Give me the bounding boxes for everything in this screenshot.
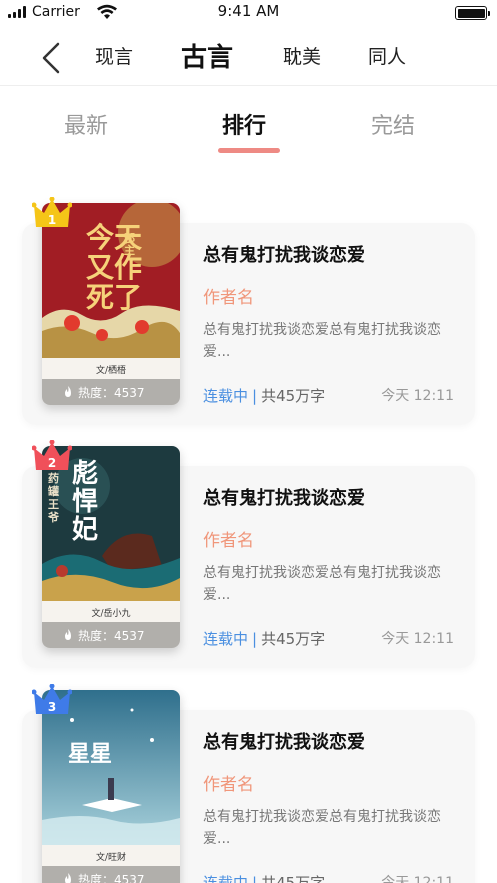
book-list-item[interactable]: 星星 文/旺财 热度：4537 3 总有鬼打扰我谈恋爱 作者名 总有鬼打扰我谈恋…	[0, 684, 497, 883]
book-status: 连载中	[203, 387, 249, 405]
word-count: 共45万字	[261, 630, 326, 648]
book-status: 连载中	[203, 874, 249, 883]
book-title[interactable]: 总有鬼打扰我谈恋爱	[203, 728, 365, 754]
tab-latest[interactable]: 最新	[64, 108, 108, 140]
category-tab-guyan[interactable]: 古言	[181, 37, 233, 74]
heat-badge: 热度：4537	[42, 622, 180, 648]
book-description: 总有鬼打扰我谈恋爱总有鬼打扰我谈恋爱...	[203, 809, 441, 847]
cover-author: 文/栖梧	[95, 366, 127, 376]
category-tab-danmei[interactable]: 耽美	[283, 42, 321, 69]
book-meta: 连载中 | 共45万字	[203, 387, 326, 405]
heat-label: 热度：4537	[78, 385, 145, 400]
category-tab-xianyan[interactable]: 现言	[95, 42, 133, 69]
update-time: 今天 12:11	[381, 875, 454, 883]
tab-completed[interactable]: 完结	[371, 108, 415, 140]
book-status: 连载中	[203, 630, 249, 648]
book-description: 总有鬼打扰我谈恋爱总有鬼打扰我谈恋爱...	[203, 565, 441, 603]
category-nav: 现言 古言 耽美 同人	[0, 30, 497, 86]
cover-author: 文/岳小九	[91, 609, 131, 619]
chevron-left-icon[interactable]	[38, 40, 66, 76]
fire-icon	[65, 386, 71, 397]
fire-icon	[65, 873, 71, 883]
category-tab-tongren[interactable]: 同人	[368, 42, 406, 69]
status-bar: Carrier 9:41 AM	[0, 0, 497, 26]
heat-label: 热度：4537	[78, 628, 145, 643]
book-title[interactable]: 总有鬼打扰我谈恋爱	[203, 241, 365, 267]
status-time: 9:41 AM	[217, 2, 280, 20]
cover-title: 星星	[68, 741, 113, 767]
update-time: 今天 12:11	[381, 388, 454, 404]
cover-title: 彪悍妃	[72, 459, 99, 545]
active-tab-indicator	[218, 148, 280, 153]
book-author[interactable]: 作者名	[203, 526, 254, 551]
rank-number: 1	[47, 213, 57, 227]
fire-icon	[65, 629, 71, 640]
cover-subtitle: 郡主	[124, 232, 135, 257]
book-cover[interactable]: 彪悍妃 药罐王爷 文/岳小九 热度：4537	[42, 446, 180, 648]
book-cover[interactable]: 今天又作死了 郡主 文/栖梧 热度：4537	[42, 203, 180, 405]
heat-badge: 热度：4537	[42, 379, 180, 405]
rank-number: 2	[47, 456, 57, 470]
rank-number: 3	[47, 700, 57, 714]
update-time: 今天 12:11	[381, 631, 454, 647]
tab-ranking[interactable]: 排行	[222, 108, 266, 140]
book-author[interactable]: 作者名	[203, 770, 254, 795]
cover-subtitle: 药罐王爷	[48, 472, 59, 524]
word-count: 共45万字	[261, 387, 326, 405]
book-meta: 连载中 | 共45万字	[203, 872, 325, 883]
cover-author: 文/旺财	[95, 853, 127, 863]
book-list-item[interactable]: 彪悍妃 药罐王爷 文/岳小九 热度：4537 2 总有鬼打扰我谈恋爱 作者名 总…	[0, 440, 497, 676]
book-author[interactable]: 作者名	[203, 283, 254, 308]
heat-label: 热度：4537	[78, 872, 145, 883]
book-meta: 连载中 | 共45万字	[203, 630, 326, 648]
battery-icon	[455, 6, 490, 20]
book-list-item[interactable]: 今天又作死了 郡主 文/栖梧 热度：4537 1 总有鬼打扰我谈恋爱 作者名 总…	[0, 197, 497, 433]
heat-badge: 热度：4537	[42, 866, 180, 883]
book-title[interactable]: 总有鬼打扰我谈恋爱	[203, 484, 365, 510]
book-description: 总有鬼打扰我谈恋爱总有鬼打扰我谈恋爱...	[203, 322, 441, 360]
word-count: 共45万字	[261, 874, 326, 883]
